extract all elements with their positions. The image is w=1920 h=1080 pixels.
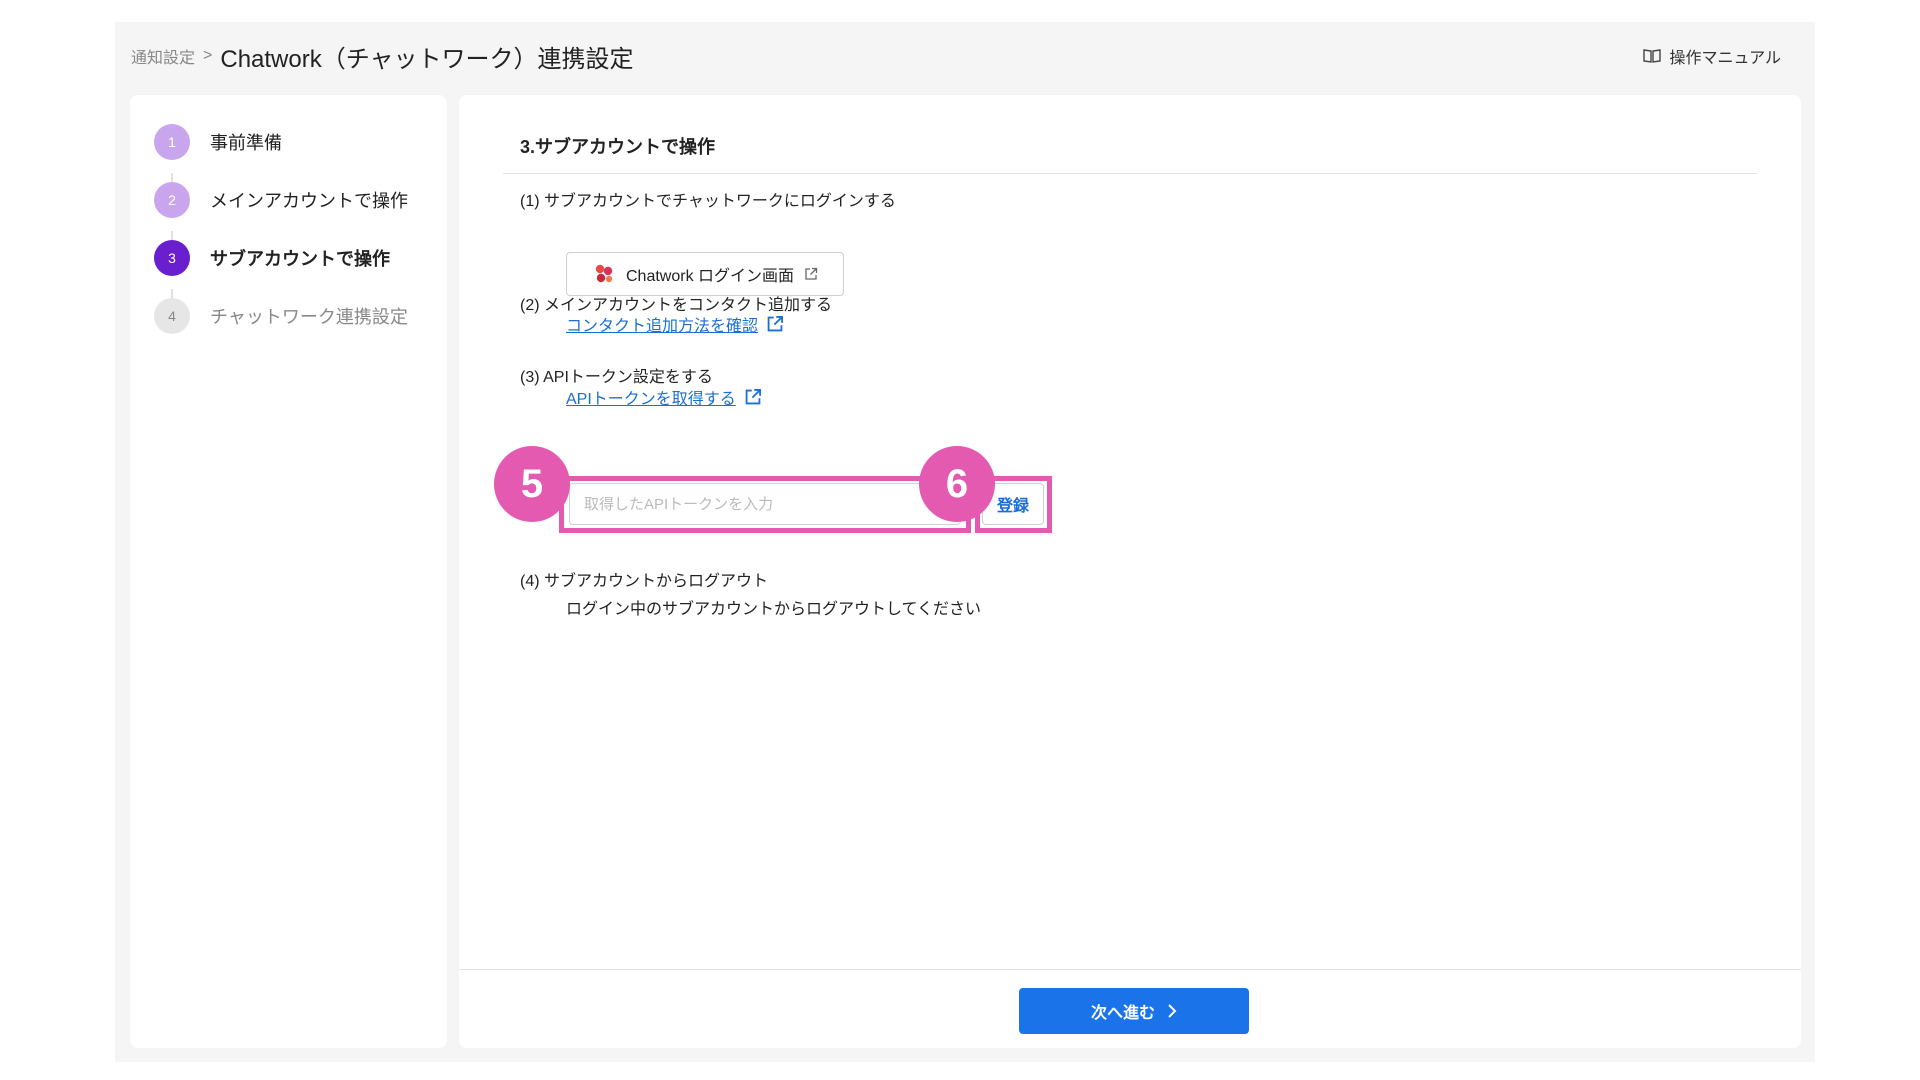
external-link-icon (805, 267, 818, 280)
section-divider (503, 173, 1757, 174)
step-number: 3 (154, 240, 190, 276)
page-title: Chatwork（チャットワーク）連携設定 (220, 45, 634, 73)
footer-divider (459, 969, 1801, 970)
manual-link[interactable]: 操作マニュアル (1643, 42, 1781, 70)
step-number: 4 (154, 298, 190, 334)
breadcrumb: 通知設定 > Chatwork（チャットワーク）連携設定 (131, 36, 634, 76)
section-title: 3.サブアカウントで操作 (520, 137, 716, 157)
book-icon (1643, 49, 1662, 63)
api-token-link-label: APIトークンを取得する (566, 391, 736, 408)
step-sidebar: 1 事前準備 2 メインアカウントで操作 3 サブアカウントで操作 4 チャット… (130, 95, 447, 1048)
step-3: 3 サブアカウントで操作 (154, 240, 390, 276)
chevron-right-icon (1168, 1004, 1177, 1018)
step-2: 2 メインアカウントで操作 (154, 182, 408, 218)
contact-add-link[interactable]: コンタクト追加方法を確認 (566, 312, 784, 336)
step-label: チャットワーク連携設定 (210, 307, 408, 327)
annotation-badge-5: 5 (494, 446, 570, 522)
annotation-highlight-5 (559, 476, 971, 533)
app-frame: 通知設定 > Chatwork（チャットワーク）連携設定 操作マニュアル 1 事… (115, 22, 1815, 1062)
next-button[interactable]: 次へ進む (1019, 988, 1249, 1034)
breadcrumb-parent-link[interactable]: 通知設定 (131, 44, 195, 68)
step-number: 2 (154, 182, 190, 218)
step-label: サブアカウントで操作 (210, 249, 390, 269)
item4-note: ログイン中のサブアカウントからログアウトしてください (566, 601, 982, 618)
external-link-icon (767, 316, 783, 332)
chatwork-login-button[interactable]: Chatwork ログイン画面 (566, 252, 844, 296)
external-link-icon (745, 389, 761, 405)
next-button-label: 次へ進む (1090, 1005, 1155, 1022)
step-number: 1 (154, 124, 190, 160)
chatwork-logo-icon (595, 264, 613, 283)
item4-title: (4) サブアカウントからログアウト (520, 573, 769, 590)
main-panel: 3.サブアカウントで操作 (1) サブアカウントでチャットワークにログインする … (459, 95, 1801, 1048)
breadcrumb-separator: > (203, 47, 213, 64)
contact-add-link-label: コンタクト追加方法を確認 (566, 318, 759, 335)
api-token-link[interactable]: APIトークンを取得する (566, 385, 762, 409)
item1-title: (1) サブアカウントでチャットワークにログインする (520, 193, 896, 210)
step-1: 1 事前準備 (154, 124, 282, 160)
step-label: メインアカウントで操作 (210, 191, 408, 211)
item3-title: (3) APIトークン設定をする (520, 369, 713, 386)
step-label: 事前準備 (210, 133, 282, 153)
annotation-badge-6: 6 (919, 446, 995, 522)
manual-label: 操作マニュアル (1669, 50, 1781, 67)
step-4: 4 チャットワーク連携設定 (154, 298, 408, 334)
chatwork-login-label: Chatwork ログイン画面 (625, 268, 795, 285)
